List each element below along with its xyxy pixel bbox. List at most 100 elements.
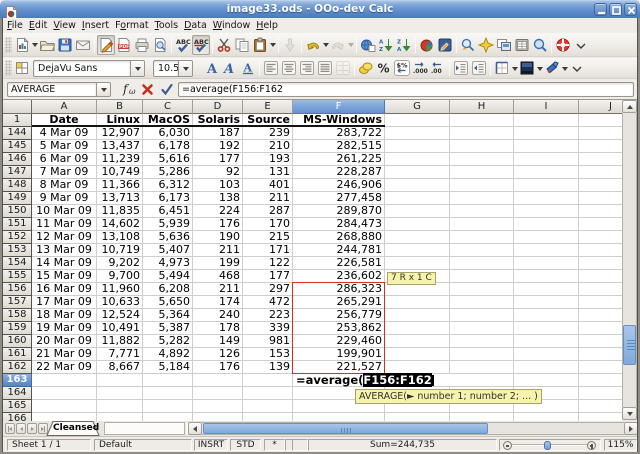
cell-H158[interactable] xyxy=(450,309,514,322)
cell-I147[interactable] xyxy=(514,166,579,179)
cell-I145[interactable] xyxy=(514,140,579,153)
row-header-161[interactable]: 161 xyxy=(3,348,32,361)
cell-F148[interactable]: 246,906 xyxy=(293,179,385,192)
cell-C153[interactable]: 5,407 xyxy=(143,244,193,257)
cell-C165[interactable] xyxy=(143,400,193,413)
cell-G147[interactable] xyxy=(385,166,450,179)
cell-C151[interactable]: 5,939 xyxy=(143,218,193,231)
cell-E159[interactable]: 339 xyxy=(243,322,293,335)
cell-G150[interactable] xyxy=(385,205,450,218)
cell-J150[interactable] xyxy=(579,205,622,218)
vertical-scrollbar-thumb[interactable] xyxy=(623,325,636,365)
cell-C164[interactable] xyxy=(143,387,193,400)
cell-H157[interactable] xyxy=(450,296,514,309)
cell-D147[interactable]: 92 xyxy=(193,166,243,179)
cell-F150[interactable]: 289,870 xyxy=(293,205,385,218)
cell-E146[interactable]: 193 xyxy=(243,153,293,166)
print-button[interactable] xyxy=(133,35,151,55)
cell-E165[interactable] xyxy=(243,400,293,413)
align-center-button[interactable] xyxy=(280,58,298,78)
toolbar-grip[interactable] xyxy=(5,37,12,53)
cell-G166[interactable] xyxy=(385,413,450,421)
cell-D154[interactable]: 199 xyxy=(193,257,243,270)
styles-formatting-button[interactable] xyxy=(13,58,31,78)
auto-spellcheck-button[interactable]: ABC xyxy=(192,35,210,55)
font-name-dropdown-icon[interactable] xyxy=(130,60,145,77)
menu-edit[interactable]: Edit xyxy=(26,19,50,32)
cell-B145[interactable]: 13,437 xyxy=(97,140,143,153)
cell-J149[interactable] xyxy=(579,192,622,205)
row-header-150[interactable]: 150 xyxy=(3,205,32,218)
cell-D153[interactable]: 211 xyxy=(193,244,243,257)
cell-E158[interactable]: 223 xyxy=(243,309,293,322)
cell-H1[interactable] xyxy=(450,114,514,127)
background-color-button[interactable] xyxy=(518,58,536,78)
previous-sheet-icon[interactable] xyxy=(16,423,26,434)
cell-G148[interactable] xyxy=(385,179,450,192)
cell-A152[interactable]: 12 Mar 09 xyxy=(32,231,97,244)
cell-D157[interactable]: 174 xyxy=(193,296,243,309)
paste-dropdown-icon[interactable] xyxy=(269,36,276,54)
row-header-144[interactable]: 144 xyxy=(3,127,32,140)
draw-functions-button[interactable] xyxy=(436,35,454,55)
cell-A149[interactable]: 9 Mar 09 xyxy=(32,192,97,205)
cell-H144[interactable] xyxy=(450,127,514,140)
cell-H151[interactable] xyxy=(450,218,514,231)
row-header-159[interactable]: 159 xyxy=(3,322,32,335)
cell-E151[interactable]: 170 xyxy=(243,218,293,231)
cell-A164[interactable] xyxy=(32,387,97,400)
cell-G145[interactable] xyxy=(385,140,450,153)
toolbar-grip[interactable] xyxy=(5,60,12,76)
cell-J160[interactable] xyxy=(579,335,622,348)
redo-dropdown-icon[interactable] xyxy=(347,36,354,54)
cell-A162[interactable]: 22 Mar 09 xyxy=(32,361,97,374)
new-document-dropdown-icon[interactable] xyxy=(31,36,38,54)
cell-C166[interactable] xyxy=(143,413,193,421)
cell-C146[interactable]: 5,616 xyxy=(143,153,193,166)
cell-I163[interactable] xyxy=(514,374,579,387)
new-document-button[interactable] xyxy=(13,35,31,55)
cell-J156[interactable] xyxy=(579,283,622,296)
sheet-tab-cleansed[interactable]: Cleansed xyxy=(46,421,100,436)
column-header-I[interactable]: I xyxy=(514,100,579,114)
cell-I151[interactable] xyxy=(514,218,579,231)
menu-window[interactable]: Window xyxy=(210,19,253,32)
name-box[interactable]: AVERAGE xyxy=(7,82,111,97)
cell-E149[interactable]: 211 xyxy=(243,192,293,205)
paste-button[interactable] xyxy=(251,35,269,55)
row-header-165[interactable]: 165 xyxy=(3,400,32,413)
cell-I144[interactable] xyxy=(514,127,579,140)
row-header-146[interactable]: 146 xyxy=(3,153,32,166)
standard-format-button[interactable]: $% xyxy=(393,58,411,78)
cell-H162[interactable] xyxy=(450,361,514,374)
cell-D150[interactable]: 224 xyxy=(193,205,243,218)
row-header-147[interactable]: 147 xyxy=(3,166,32,179)
cell-J144[interactable] xyxy=(579,127,622,140)
cell-F151[interactable]: 284,473 xyxy=(293,218,385,231)
sort-descending-button[interactable]: ZA xyxy=(395,35,413,55)
row-header-162[interactable]: 162 xyxy=(3,361,32,374)
cell-I149[interactable] xyxy=(514,192,579,205)
cell-J165[interactable] xyxy=(579,400,622,413)
horizontal-scrollbar-thumb[interactable] xyxy=(203,423,488,434)
gallery-button[interactable] xyxy=(477,35,495,55)
cell-D162[interactable]: 176 xyxy=(193,361,243,374)
cell-A145[interactable]: 5 Mar 09 xyxy=(32,140,97,153)
cell-F145[interactable]: 282,515 xyxy=(293,140,385,153)
cell-I155[interactable] xyxy=(514,270,579,283)
cell-G161[interactable] xyxy=(385,348,450,361)
selection-mode-field[interactable]: STD xyxy=(230,439,261,451)
cell-H156[interactable] xyxy=(450,283,514,296)
cell-A165[interactable] xyxy=(32,400,97,413)
zoom-slider-thumb[interactable] xyxy=(544,441,551,450)
align-right-button[interactable] xyxy=(298,58,316,78)
cell-A154[interactable]: 14 Mar 09 xyxy=(32,257,97,270)
cell-J148[interactable] xyxy=(579,179,622,192)
cell-E147[interactable]: 131 xyxy=(243,166,293,179)
cell-I1[interactable] xyxy=(514,114,579,127)
column-header-F[interactable]: F xyxy=(293,100,385,114)
cell-B161[interactable]: 7,771 xyxy=(97,348,143,361)
cell-I152[interactable] xyxy=(514,231,579,244)
select-all-corner[interactable] xyxy=(3,100,32,114)
cell-G146[interactable] xyxy=(385,153,450,166)
